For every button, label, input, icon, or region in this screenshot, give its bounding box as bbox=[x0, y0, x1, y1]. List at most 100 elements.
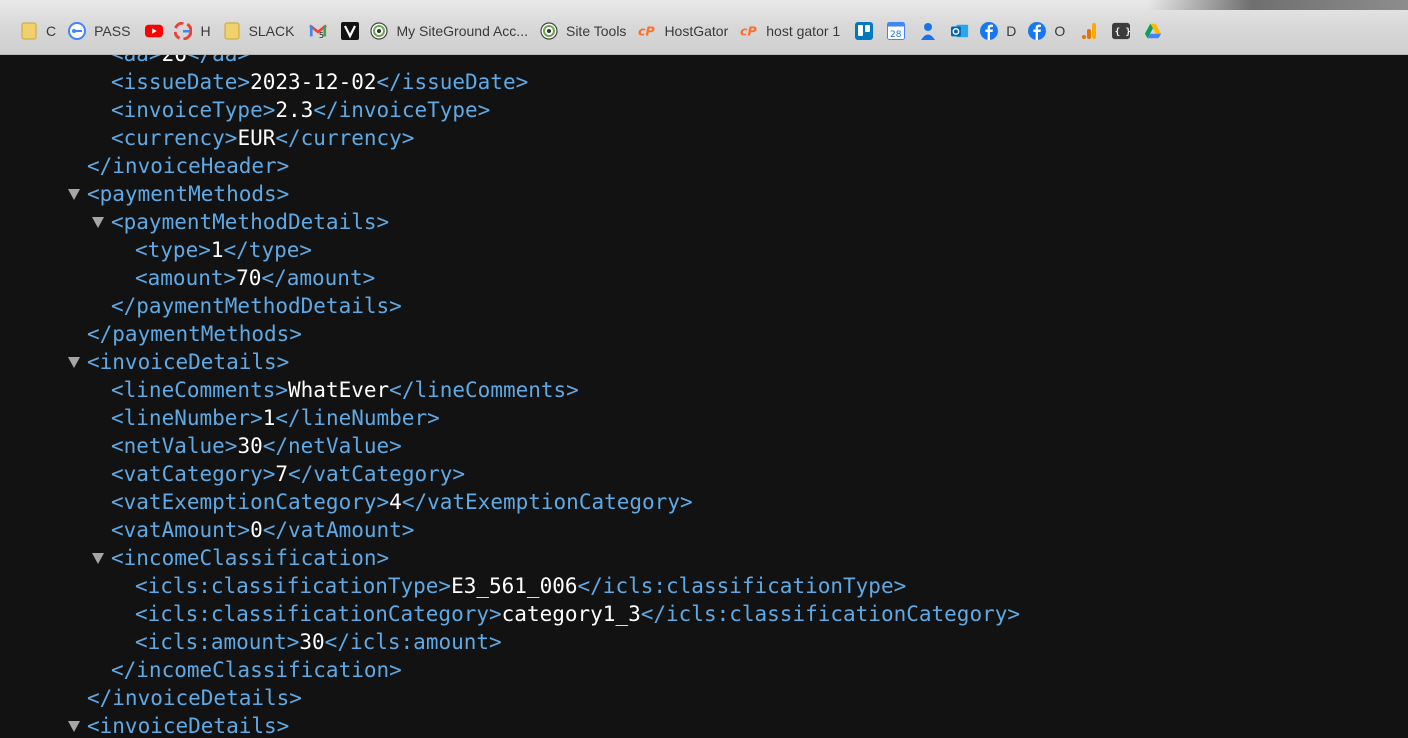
bookmark-gmail[interactable]: 5 bbox=[302, 15, 334, 47]
xml-open-tag: <invoiceType> bbox=[111, 98, 276, 122]
collapse-triangle-icon[interactable] bbox=[68, 189, 80, 200]
bookmark-calendar[interactable]: 28 bbox=[880, 15, 912, 47]
xml-close-tag: </vatExemptionCategory> bbox=[401, 490, 693, 514]
person-icon bbox=[919, 22, 937, 40]
bookmark-label: D bbox=[1006, 23, 1017, 39]
bookmark-site-tools[interactable]: Site Tools bbox=[536, 15, 634, 47]
xml-close-tag: </issueDate> bbox=[376, 70, 529, 94]
xml-open-tag: </invoiceHeader> bbox=[87, 154, 290, 178]
xml-open-tag: <incomeClassification> bbox=[111, 546, 390, 570]
xml-close-tag: </netValue> bbox=[262, 434, 402, 458]
xml-open-tag: <type> bbox=[135, 238, 211, 262]
google-icon bbox=[174, 22, 193, 40]
bookmark-facebook-d[interactable]: D bbox=[976, 15, 1024, 47]
xml-line: <currency>EUR</currency> bbox=[0, 124, 1408, 152]
bookmark-facebook-o[interactable]: O bbox=[1024, 15, 1073, 47]
xml-open-tag: <netValue> bbox=[111, 434, 238, 458]
collapse-triangle-icon[interactable] bbox=[68, 357, 80, 368]
collapse-triangle-icon[interactable] bbox=[92, 553, 104, 564]
calendar-icon: 28 bbox=[887, 22, 906, 40]
calendar-badge-date: 28 bbox=[890, 30, 902, 40]
xml-text-value: category1_3 bbox=[501, 602, 641, 626]
bookmark-pass[interactable]: PASS bbox=[64, 15, 138, 47]
bookmark-c[interactable]: C bbox=[16, 15, 64, 47]
gmail-icon: 5 bbox=[309, 22, 328, 40]
xml-text-value: 2.3 bbox=[275, 98, 314, 122]
xml-open-tag: <vatExemptionCategory> bbox=[111, 490, 390, 514]
xml-close-tag: </vatAmount> bbox=[262, 518, 415, 542]
xml-close-tag: </lineNumber> bbox=[275, 406, 440, 430]
xml-line: <aa>26</aa> bbox=[0, 55, 1408, 68]
xml-close-tag: </icls:classificationType> bbox=[577, 574, 907, 598]
xml-line: </paymentMethods> bbox=[0, 320, 1408, 348]
xml-close-tag: </icls:classificationCategory> bbox=[640, 602, 1021, 626]
xml-open-tag: <icls:classificationType> bbox=[135, 574, 452, 598]
xml-text-value: 70 bbox=[236, 266, 262, 290]
xml-close-tag: </icls:amount> bbox=[324, 630, 502, 654]
xml-line: <invoiceType>2.3</invoiceType> bbox=[0, 96, 1408, 124]
cpanel-icon: cP bbox=[638, 22, 656, 40]
collapse-triangle-icon[interactable] bbox=[68, 721, 80, 732]
xml-close-tag: </lineComments> bbox=[389, 378, 579, 402]
xml-text-value: 30 bbox=[299, 630, 325, 654]
bookmark-hostgator[interactable]: cP HostGator bbox=[634, 15, 736, 47]
xml-open-tag: <paymentMethodDetails> bbox=[111, 210, 390, 234]
bookmark-youtube[interactable] bbox=[138, 15, 170, 47]
xml-open-tag: <paymentMethods> bbox=[87, 182, 290, 206]
xml-open-tag: </paymentMethodDetails> bbox=[111, 294, 402, 318]
bookmark-json[interactable]: { } bbox=[1105, 15, 1137, 47]
xml-open-tag: <issueDate> bbox=[111, 70, 251, 94]
outlook-icon bbox=[951, 22, 969, 40]
folder-icon bbox=[223, 22, 241, 40]
bookmark-label: H bbox=[200, 23, 211, 39]
xml-line: <icls:classificationCategory>category1_3… bbox=[0, 600, 1408, 628]
facebook-icon bbox=[980, 22, 999, 40]
xml-close-tag: </vatCategory> bbox=[288, 462, 466, 486]
bookmark-slack[interactable]: SLACK bbox=[219, 15, 303, 47]
xml-line: <invoiceDetails> bbox=[0, 348, 1408, 376]
xml-close-tag: </type> bbox=[223, 238, 313, 262]
xml-line: <paymentMethodDetails> bbox=[0, 208, 1408, 236]
bookmark-label: SLACK bbox=[248, 23, 295, 39]
xml-open-tag: <vatAmount> bbox=[111, 518, 251, 542]
bookmark-label: PASS bbox=[94, 23, 131, 39]
bookmark-analytics[interactable] bbox=[1073, 15, 1105, 47]
xml-close-tag: </aa> bbox=[187, 55, 250, 66]
bookmark-label: HostGator bbox=[664, 23, 729, 39]
bookmark-drive[interactable] bbox=[1137, 15, 1169, 47]
collapse-triangle-icon[interactable] bbox=[92, 217, 104, 228]
xml-open-tag: </invoiceDetails> bbox=[87, 686, 302, 710]
xml-open-tag: <icls:classificationCategory> bbox=[135, 602, 502, 626]
xml-open-tag: </incomeClassification> bbox=[111, 658, 402, 682]
xml-line: <amount>70</amount> bbox=[0, 264, 1408, 292]
xml-line: <issueDate>2023-12-02</issueDate> bbox=[0, 68, 1408, 96]
analytics-icon bbox=[1080, 22, 1098, 40]
bookmark-siteground[interactable]: My SiteGround Acc... bbox=[366, 15, 536, 47]
xml-text-value: E3_561_006 bbox=[451, 574, 578, 598]
xml-close-tag: </amount> bbox=[261, 266, 376, 290]
bookmark-h[interactable]: H bbox=[170, 15, 218, 47]
xml-text-value: WhatEver bbox=[288, 378, 390, 402]
youtube-icon bbox=[145, 22, 164, 40]
bookmark-trello[interactable] bbox=[848, 15, 880, 47]
xml-open-tag: <invoiceDetails> bbox=[87, 350, 290, 374]
xml-open-tag: <aa> bbox=[111, 55, 162, 66]
bookmarks-bar: C PASS H SLACK 5 My SiteGround Acc... Site Too… bbox=[0, 0, 1408, 55]
xml-open-tag: <invoiceDetails> bbox=[87, 714, 290, 738]
bookmark-vercel[interactable] bbox=[334, 15, 366, 47]
xml-close-tag: </invoiceType> bbox=[313, 98, 491, 122]
bookmark-host-gator-1[interactable]: cP host gator 1 bbox=[736, 15, 848, 47]
xml-line: <paymentMethods> bbox=[0, 180, 1408, 208]
xml-open-tag: <lineNumber> bbox=[111, 406, 263, 430]
xml-open-tag: <amount> bbox=[135, 266, 237, 290]
xml-close-tag: </currency> bbox=[275, 126, 415, 150]
bookmark-outlook[interactable] bbox=[944, 15, 976, 47]
xml-text-value: 1 bbox=[210, 238, 224, 262]
xml-line: <invoiceDetails> bbox=[0, 712, 1408, 738]
braces-icon: { } bbox=[1112, 22, 1131, 40]
xml-line: <lineNumber>1</lineNumber> bbox=[0, 404, 1408, 432]
xml-text-value: 7 bbox=[275, 462, 289, 486]
xml-line: <lineComments>WhatEver</lineComments> bbox=[0, 376, 1408, 404]
xml-line: <icls:classificationType>E3_561_006</icl… bbox=[0, 572, 1408, 600]
bookmark-person[interactable] bbox=[912, 15, 944, 47]
